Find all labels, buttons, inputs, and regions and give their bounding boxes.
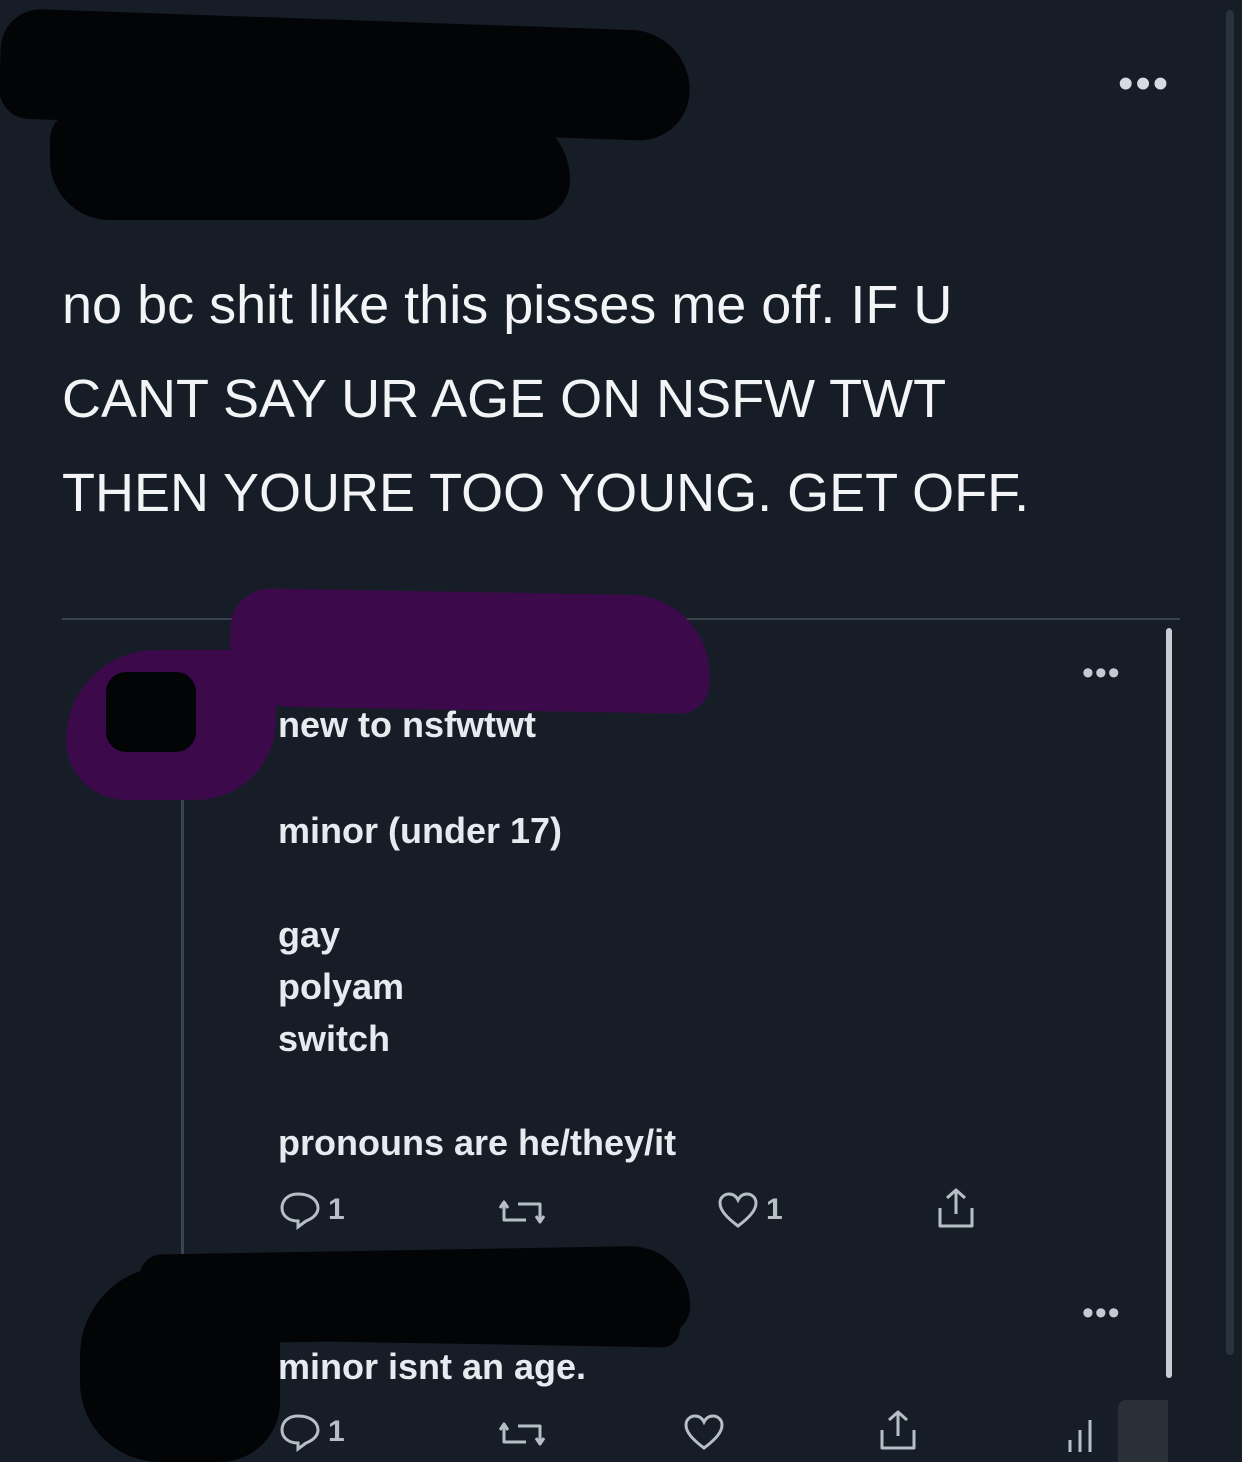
reply-button[interactable]: 1 — [278, 1190, 345, 1230]
tweet-text-line: CANT SAY UR AGE ON NSFW TWT — [62, 369, 947, 429]
share-icon — [934, 1186, 978, 1230]
like-count: 1 — [766, 1193, 783, 1226]
retweet-icon — [496, 1192, 548, 1232]
redaction-scribble — [229, 587, 711, 715]
retweet-button[interactable] — [496, 1414, 548, 1454]
reply-line: gay — [278, 914, 341, 955]
page-scrollbar[interactable] — [1226, 10, 1234, 1355]
reply-line: minor (under 17) — [278, 810, 563, 851]
like-button[interactable]: 1 — [716, 1190, 783, 1230]
tweet-text-line: no bc shit like this pisses me off. IF U — [62, 275, 953, 335]
reply-icon — [278, 1412, 322, 1452]
share-button[interactable] — [934, 1186, 978, 1230]
retweet-button[interactable] — [496, 1192, 548, 1232]
reply-line: new to nsfwtwt — [278, 704, 536, 745]
reply-more-options-icon[interactable]: ••• — [1082, 656, 1121, 690]
tweet-text-line: THEN YOURE TOO YOUNG. GET OFF. — [62, 463, 1030, 523]
share-button[interactable] — [876, 1408, 920, 1452]
reply-count: 1 — [328, 1193, 345, 1226]
reply-line: polyam — [278, 966, 405, 1007]
reply-line: pronouns are he/they/it — [278, 1122, 677, 1163]
corner-overlay — [1118, 1400, 1168, 1462]
reply-button[interactable]: 1 — [278, 1412, 345, 1452]
like-button[interactable] — [682, 1412, 726, 1452]
stats-icon — [1064, 1416, 1100, 1456]
embedded-scrollbar — [1166, 628, 1172, 1378]
tweet-text: no bc shit like this pisses me off. IF U… — [62, 258, 1172, 540]
redaction-scribble — [50, 110, 570, 220]
share-icon — [876, 1408, 920, 1452]
retweet-icon — [496, 1414, 548, 1454]
heart-icon — [716, 1190, 760, 1230]
more-options-icon[interactable]: ••• — [1118, 62, 1170, 106]
reply-count: 1 — [328, 1415, 345, 1448]
reply-line: switch — [278, 1018, 391, 1059]
avatar[interactable] — [80, 1266, 280, 1462]
reply-line: minor isnt an age. — [278, 1346, 587, 1387]
avatar[interactable] — [106, 672, 196, 752]
stats-button[interactable] — [1064, 1416, 1100, 1456]
reply-icon — [278, 1190, 322, 1230]
reply-more-options-icon[interactable]: ••• — [1082, 1296, 1121, 1330]
heart-icon — [682, 1412, 726, 1452]
